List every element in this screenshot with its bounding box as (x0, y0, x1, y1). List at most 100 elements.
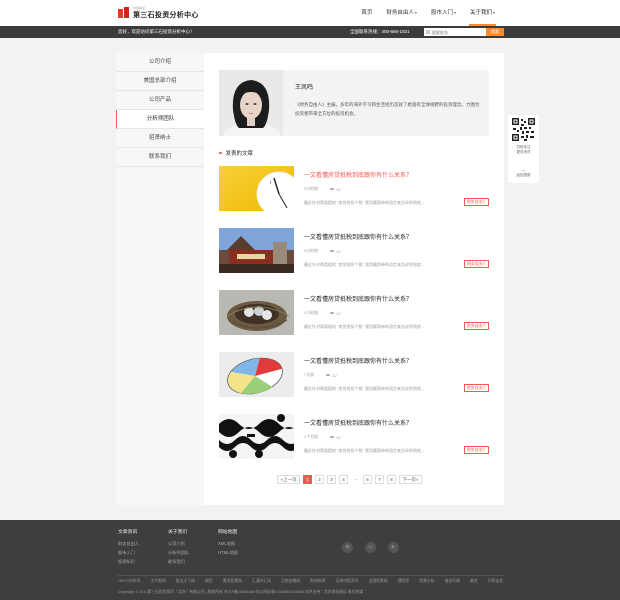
footer-link[interactable]: 财务自由人 (118, 539, 139, 548)
article-thumbnail[interactable] (219, 166, 294, 211)
footer-link[interactable]: XML地图 (218, 539, 238, 548)
article-tag[interactable]: 财务自由人 (464, 322, 489, 330)
main-panel: 公司介绍 美国总部介绍 公司产品 分析师团队 招贤纳士 联系我们 王凤鸣 《财务自由人》主… (116, 53, 504, 505)
friend-link[interactable]: 证券时报资讯 (336, 579, 359, 584)
article-thumbnail[interactable] (219, 414, 294, 459)
friend-link[interactable]: 利率走势 (488, 579, 503, 584)
article-title[interactable]: 一文看懂房贷抵税到底跟你有什么关系？ (304, 294, 412, 303)
friend-link[interactable]: 股票分析 (419, 579, 434, 584)
next-page-button[interactable]: 下一页» (399, 475, 422, 484)
friend-link[interactable]: 基金 (470, 579, 478, 584)
logo-mark-icon (118, 7, 130, 19)
friend-link[interactable]: 基金行情 (445, 579, 460, 584)
article-time: 7天前 (304, 372, 315, 377)
friend-link[interactable]: 财经新闻 (310, 579, 325, 584)
footer-link[interactable]: 股市入门 (118, 548, 139, 557)
article-view-count: 12 (336, 186, 341, 192)
footer-link[interactable]: 联系我们 (168, 557, 189, 566)
back-to-top-button[interactable]: ︿ 返回顶部 (508, 167, 539, 178)
article-excerpt: 最近针对两类租的 "房贷抵扣个税" 我用最简单的语言来告诉你到底... (304, 386, 425, 391)
friend-link[interactable]: 汇通外汇网 (252, 579, 271, 584)
article-item[interactable]: 一文看懂房贷抵税到底跟你有什么关系？ 7天前 12 最近针对两类租的 "房贷抵扣个税"… (219, 352, 489, 414)
article-views: 12 (330, 434, 341, 440)
footer-link[interactable]: 公司介绍 (168, 539, 189, 548)
page-button-7[interactable]: 7 (375, 475, 384, 484)
article-view-count: 12 (336, 248, 341, 254)
article-excerpt: 最近针对两类租的 "房贷抵扣个税" 我用最简单的语言来告诉你到底... (304, 448, 425, 453)
friend-link[interactable]: 大牛股网 (151, 579, 166, 584)
article-item[interactable]: 一文看懂房贷抵税到底跟你有什么关系？ 2小时前 12 最近针对两类租的 "房贷抵扣个税… (219, 166, 489, 228)
article-tag[interactable]: 财务自由人 (464, 446, 489, 454)
article-title[interactable]: 一文看懂房贷抵税到底跟你有什么关系？ (304, 418, 412, 427)
footer-link[interactable]: HTML地图 (218, 548, 238, 557)
analyst-profile: 王凤鸣 《财务自由人》主编，多年的海外学习和生活经历造就了她富有全球视野的投资理… (219, 70, 489, 136)
weibo-icon[interactable]: ◎ (365, 542, 376, 553)
sidebar-item-1[interactable]: 美国总部介绍 (116, 72, 204, 91)
logo[interactable]: 价值投资 第三石投资分析中心 (118, 6, 199, 20)
search-input[interactable] (424, 28, 486, 36)
page-button-1[interactable]: 1 (303, 475, 312, 484)
eye-icon (330, 311, 335, 315)
friend-link[interactable]: 期货 (205, 579, 213, 584)
qr-caption-line2: 更多资讯 (516, 150, 531, 154)
sidebar-item-3[interactable]: 分析师团队 (116, 110, 204, 129)
article-item[interactable]: 一文看懂房贷抵税到底跟你有什么关系？ 1个月前 12 最近针对两类租的 "房贷抵扣个税… (219, 414, 489, 476)
avatar (219, 70, 283, 136)
article-tag[interactable]: 财务自由人 (464, 384, 489, 392)
page-button-4[interactable]: 4 (339, 475, 348, 484)
friend-link[interactable]: 河南金融网 (281, 579, 300, 584)
article-title[interactable]: 一文看懂房贷抵税到底跟你有什么关系？ (304, 356, 412, 365)
nav-item-3[interactable]: 关于我们▾ (463, 0, 502, 26)
nav-item-0[interactable]: 首页 (354, 0, 379, 26)
article-thumbnail[interactable] (219, 290, 294, 335)
friend-link[interactable]: HHYG分析师 (118, 579, 140, 584)
page-button-8[interactable]: 8 (387, 475, 396, 484)
bullet-icon (219, 151, 222, 155)
footer-link[interactable]: 投资知识 (118, 557, 139, 566)
sidebar: 公司介绍 美国总部介绍 公司产品 分析师团队 招贤纳士 联系我们 (116, 53, 204, 505)
article-tag[interactable]: 财务自由人 (464, 260, 489, 268)
eye-icon (330, 249, 335, 253)
sidebar-item-5[interactable]: 联系我们 (116, 148, 204, 167)
article-title[interactable]: 一文看懂房贷抵税到底跟你有什么关系？ (304, 232, 412, 241)
friend-link[interactable]: 理财家 (398, 579, 409, 584)
footer-column: 文章资讯 财务自由人 股市入门 投资知识 (118, 528, 139, 566)
qr-widget: 扫码关注 更多资讯 ︿ 返回顶部 (508, 115, 539, 183)
wechat-icon[interactable]: ◉ (342, 542, 353, 553)
prev-page-button[interactable]: «上一页 (277, 475, 300, 484)
article-item[interactable]: 一文看懂房贷抵税到底跟你有什么关系？ 2小时前 12 最近针对两类租的 "房贷抵扣个税… (219, 228, 489, 290)
nav-item-label: 首页 (361, 10, 373, 16)
page-button-6[interactable]: 6 (363, 475, 372, 484)
article-item[interactable]: 一文看懂房贷抵税到底跟你有什么关系？ 2小时前 12 最近针对两类租的 "房贷抵扣个税… (219, 290, 489, 352)
friend-link[interactable]: 股宝天下网 (176, 579, 195, 584)
sidebar-item-0[interactable]: 公司介绍 (116, 53, 204, 72)
article-thumbnail[interactable] (219, 228, 294, 273)
video-icon[interactable]: ▶ (388, 542, 399, 553)
search-button[interactable]: 搜索 (486, 28, 504, 36)
nav-item-2[interactable]: 股市入门▾ (424, 0, 463, 26)
section-title-text: 发表的文章 (225, 151, 254, 157)
friend-link[interactable]: 全国股票网 (369, 579, 388, 584)
pagination-ellipsis: ... (353, 476, 358, 481)
article-view-count: 12 (336, 310, 341, 316)
article-views: 12 (330, 186, 341, 192)
article-time: 2小时前 (304, 186, 319, 191)
article-views: 12 (326, 372, 337, 378)
article-views: 12 (330, 310, 341, 316)
article-time: 2小时前 (304, 248, 319, 253)
sidebar-item-4[interactable]: 招贤纳士 (116, 129, 204, 148)
chevron-down-icon: ▾ (492, 10, 495, 15)
page-button-2[interactable]: 2 (315, 475, 324, 484)
article-meta: 2小时前 12 (304, 248, 341, 254)
article-thumbnail[interactable] (219, 352, 294, 397)
footer-link[interactable]: 分析师团队 (168, 548, 189, 557)
article-tag[interactable]: 财务自由人 (464, 198, 489, 206)
page-button-3[interactable]: 3 (327, 475, 336, 484)
article-title[interactable]: 一文看懂房贷抵税到底跟你有什么关系？ (304, 170, 412, 179)
footer-divider (118, 575, 503, 576)
sidebar-item-2[interactable]: 公司产品 (116, 91, 204, 110)
search-icon (426, 29, 430, 34)
friend-link[interactable]: 黄金股票网 (223, 579, 242, 584)
nav-item-1[interactable]: 财务自由人▾ (379, 0, 424, 26)
footer: 文章资讯 财务自由人 股市入门 投资知识 关于我们 公司介绍 分析师团队 联系我们 网站地图 XM… (0, 520, 620, 600)
